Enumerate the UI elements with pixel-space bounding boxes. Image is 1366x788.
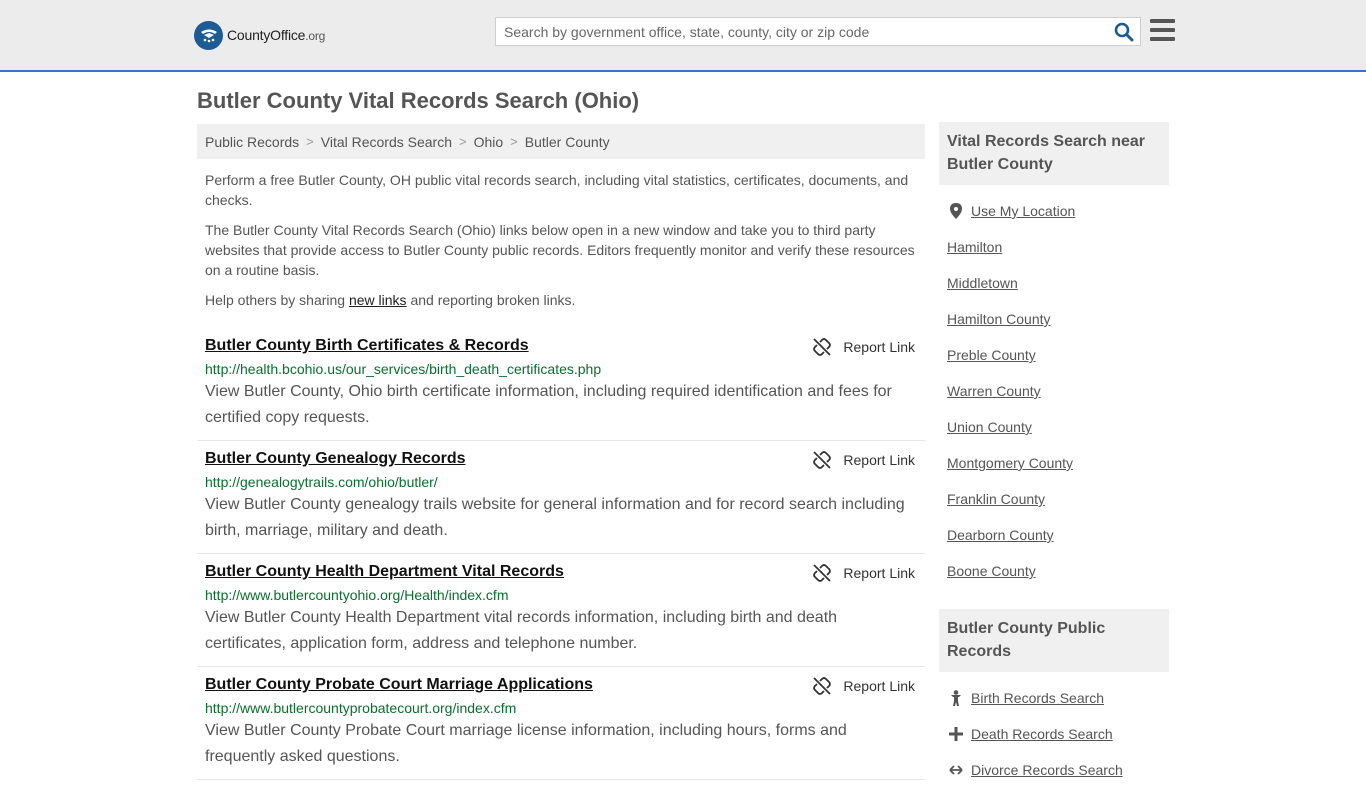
- intro-paragraph-3: Help others by sharing new links and rep…: [205, 290, 917, 310]
- nearby-link-boone-county[interactable]: Boone County: [947, 563, 1036, 579]
- breadcrumb-separator-icon: >: [510, 134, 518, 149]
- public-records-item[interactable]: Birth Records Search: [947, 680, 1161, 716]
- breadcrumb-public-records[interactable]: Public Records: [205, 134, 299, 150]
- broken-link-icon: [813, 677, 832, 695]
- nearby-link-union-county[interactable]: Union County: [947, 419, 1032, 435]
- intro-paragraph-2: The Butler County Vital Records Search (…: [205, 222, 915, 278]
- main-content: Public Records > Vital Records Search > …: [197, 124, 925, 780]
- report-link-label: Report Link: [843, 339, 915, 355]
- nearby-item[interactable]: Warren County: [947, 373, 1161, 409]
- breadcrumb: Public Records > Vital Records Search > …: [197, 124, 925, 159]
- result-url: http://www.butlercountyohio.org/Health/i…: [205, 587, 509, 603]
- breadcrumb-separator-icon: >: [306, 134, 314, 149]
- nearby-item[interactable]: Montgomery County: [947, 445, 1161, 481]
- public-records-item[interactable]: Death Records Search: [947, 716, 1161, 752]
- nearby-link-montgomery-county[interactable]: Montgomery County: [947, 455, 1073, 471]
- intro-p3-before: Help others by sharing: [205, 292, 349, 308]
- nearby-item[interactable]: Middletown: [947, 265, 1161, 301]
- site-header: CountyOffice.org: [0, 0, 1366, 72]
- intro-text: Perform a free Butler County, OH public …: [197, 170, 925, 310]
- result-description: View Butler County genealogy trails webs…: [205, 496, 905, 539]
- report-link-button[interactable]: Report Link: [813, 564, 915, 582]
- sidebar: Vital Records Search near Butler County …: [939, 122, 1169, 788]
- nearby-list: Use My Location Hamilton Middletown Hami…: [939, 193, 1169, 589]
- divorce-icon: [947, 763, 965, 777]
- results-list: Butler County Birth Certificates & Recor…: [197, 328, 925, 780]
- report-link-button[interactable]: Report Link: [813, 451, 915, 469]
- intro-p3-after: and reporting broken links.: [406, 292, 576, 308]
- nearby-link-preble-county[interactable]: Preble County: [947, 347, 1036, 363]
- report-link-label: Report Link: [843, 565, 915, 581]
- result-description: View Butler County Health Department vit…: [205, 609, 838, 652]
- nearby-link-franklin-county[interactable]: Franklin County: [947, 491, 1045, 507]
- breadcrumb-vital-records-search[interactable]: Vital Records Search: [321, 134, 452, 150]
- hamburger-menu-icon[interactable]: [1150, 19, 1175, 41]
- search-icon: [1114, 22, 1134, 42]
- result-item: Butler County Genealogy Records Report L…: [197, 441, 925, 554]
- nearby-link-hamilton-county[interactable]: Hamilton County: [947, 311, 1051, 327]
- nearby-item[interactable]: Hamilton: [947, 229, 1161, 265]
- nearby-item[interactable]: Franklin County: [947, 481, 1161, 517]
- nearby-link-middletown[interactable]: Middletown: [947, 275, 1018, 291]
- logo-wordmark-main: CountyOffice: [227, 27, 306, 43]
- report-link-label: Report Link: [843, 452, 915, 468]
- page-title: Butler County Vital Records Search (Ohio…: [197, 88, 640, 113]
- nearby-link-warren-county[interactable]: Warren County: [947, 383, 1041, 399]
- result-url: http://genealogytrails.com/ohio/butler/: [205, 474, 438, 490]
- baby-icon: [947, 690, 965, 706]
- breadcrumb-current-butler-county: Butler County: [524, 133, 610, 150]
- public-records-section-title: Butler County Public Records: [939, 609, 1169, 672]
- death-records-search-link[interactable]: Death Records Search: [971, 726, 1113, 742]
- nearby-item[interactable]: Dearborn County: [947, 517, 1161, 553]
- report-link-button[interactable]: Report Link: [813, 677, 915, 695]
- nearby-item[interactable]: Union County: [947, 409, 1161, 445]
- site-logo[interactable]: CountyOffice.org: [194, 20, 325, 50]
- result-url: http://www.butlercountyprobatecourt.org/…: [205, 700, 517, 716]
- logo-wordmark-suffix: .org: [305, 29, 326, 43]
- result-description: View Butler County, Ohio birth certifica…: [205, 383, 892, 426]
- breadcrumb-ohio[interactable]: Ohio: [474, 134, 504, 150]
- logo-wordmark: CountyOffice.org: [227, 27, 325, 43]
- logo-seal-icon: [194, 20, 223, 50]
- result-item: Butler County Health Department Vital Re…: [197, 554, 925, 667]
- cross-icon: [947, 727, 965, 741]
- result-title-link[interactable]: Butler County Birth Certificates & Recor…: [205, 336, 529, 356]
- divorce-records-search-link[interactable]: Divorce Records Search: [971, 762, 1123, 778]
- public-records-item[interactable]: Divorce Records Search: [947, 752, 1161, 788]
- nearby-link-dearborn-county[interactable]: Dearborn County: [947, 527, 1054, 543]
- intro-paragraph-1: Perform a free Butler County, OH public …: [205, 172, 909, 208]
- result-item: Butler County Birth Certificates & Recor…: [197, 328, 925, 441]
- map-pin-icon: [947, 203, 965, 219]
- broken-link-icon: [813, 564, 832, 582]
- result-title-link[interactable]: Butler County Genealogy Records: [205, 449, 466, 469]
- search-input[interactable]: [496, 18, 1106, 45]
- use-my-location-item[interactable]: Use My Location: [947, 193, 1161, 229]
- broken-link-icon: [813, 338, 832, 356]
- broken-link-icon: [813, 451, 832, 469]
- birth-records-search-link[interactable]: Birth Records Search: [971, 690, 1104, 706]
- search-bar: [495, 17, 1141, 46]
- report-link-button[interactable]: Report Link: [813, 338, 915, 356]
- nearby-item[interactable]: Hamilton County: [947, 301, 1161, 337]
- report-link-label: Report Link: [843, 678, 915, 694]
- breadcrumb-separator-icon: >: [459, 134, 467, 149]
- result-title-link[interactable]: Butler County Probate Court Marriage App…: [205, 675, 593, 695]
- result-item: Butler County Probate Court Marriage App…: [197, 667, 925, 780]
- public-records-list: Birth Records Search Death Records Searc…: [939, 680, 1169, 788]
- nearby-item[interactable]: Boone County: [947, 553, 1161, 589]
- nearby-link-hamilton[interactable]: Hamilton: [947, 239, 1002, 255]
- nearby-section-title: Vital Records Search near Butler County: [939, 122, 1169, 185]
- result-url: http://health.bcohio.us/our_services/bir…: [205, 361, 602, 377]
- use-my-location-link[interactable]: Use My Location: [971, 203, 1075, 219]
- search-button[interactable]: [1114, 22, 1134, 42]
- result-title-link[interactable]: Butler County Health Department Vital Re…: [205, 562, 564, 582]
- new-links-link[interactable]: new links: [349, 292, 407, 308]
- nearby-item[interactable]: Preble County: [947, 337, 1161, 373]
- result-description: View Butler County Probate Court marriag…: [205, 722, 847, 765]
